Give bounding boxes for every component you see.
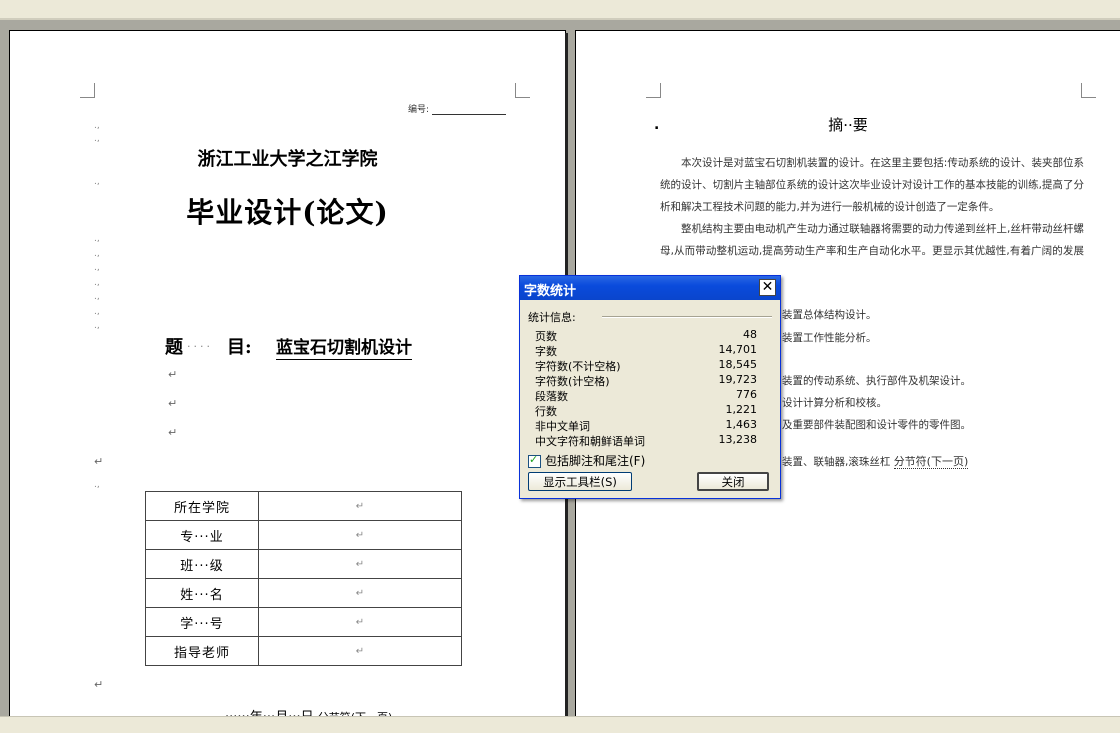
table-row: 班···级 ↵ <box>145 549 462 579</box>
space-marks: ···· <box>187 340 213 353</box>
table-key-cell: 专···业 <box>145 520 259 550</box>
footnotes-option[interactable]: 包括脚注和尾注(F) <box>528 452 645 469</box>
abstract-title: 摘··要 <box>828 116 868 134</box>
table-key-cell: 姓···名 <box>145 578 259 608</box>
word-count-dialog: 字数统计 ✕ 统计信息: 页数 48 字数 14,701 字符数(不计空格) 1… <box>519 275 781 499</box>
return-mark: ↵ <box>168 426 178 439</box>
abstract-line: 装置的传动系统、执行部件及机架设计。 <box>782 375 971 387</box>
stat-row: 行数 1,221 <box>535 403 757 418</box>
code-number-field[interactable] <box>431 105 506 115</box>
return-mark: ↵ <box>94 455 104 468</box>
table-key-cell: 学···号 <box>145 607 259 637</box>
table-key-cell: 所在学院 <box>145 491 259 521</box>
stat-value: 14,701 <box>718 343 758 356</box>
stat-value: 1,221 <box>725 403 758 416</box>
stat-value: 13,238 <box>718 433 758 446</box>
stat-row: 字数 14,701 <box>535 343 757 358</box>
stat-value: 18,545 <box>718 358 758 371</box>
table-value-cell[interactable]: ↵ <box>258 578 462 608</box>
stat-row: 中文字符和朝鲜语单词 13,238 <box>535 433 757 448</box>
stat-row: 非中文单词 1,463 <box>535 418 757 433</box>
stat-row: 字符数(计空格) 19,723 <box>535 373 757 388</box>
paragraph-mark: ., <box>94 121 100 131</box>
abstract-paragraph-2: 整机结构主要由电动机产生动力通过联轴器将需要的动力传递到丝杆上,丝杆带动丝杆螺母… <box>660 223 1084 257</box>
stat-label: 字数 <box>535 345 557 358</box>
school-name: 浙江工业大学之江学院 <box>197 149 378 170</box>
bottom-status-band <box>0 716 1120 733</box>
abstract-line: 装置工作性能分析。 <box>782 332 877 344</box>
topic-label-colon: 目: <box>227 337 252 358</box>
margin-corner-mark <box>646 83 661 98</box>
table-key-cell: 班···级 <box>145 549 259 579</box>
table-key-cell: 指导老师 <box>145 636 259 666</box>
stat-label: 页数 <box>535 330 557 343</box>
dialog-title: 字数统计 <box>524 284 577 299</box>
paragraph-mark: ., <box>94 234 100 244</box>
margin-corner-mark <box>515 83 530 98</box>
code-number-line: 编号: <box>408 102 506 115</box>
table-value-cell[interactable]: ↵ <box>258 636 462 666</box>
table-row: 指导老师 ↵ <box>145 636 462 666</box>
table-value-cell[interactable]: ↵ <box>258 491 462 521</box>
dialog-titlebar[interactable]: 字数统计 ✕ <box>520 276 780 300</box>
paragraph-mark: ., <box>94 480 100 490</box>
stat-value: 776 <box>736 388 757 401</box>
topic-label: 题 <box>165 337 183 358</box>
abstract-line: 及重要部件装配图和设计零件的零件图。 <box>782 419 971 431</box>
paragraph-mark: ., <box>94 249 100 259</box>
stat-row: 段落数 776 <box>535 388 757 403</box>
stat-label: 非中文单词 <box>535 420 590 433</box>
code-label: 编号: <box>408 105 430 115</box>
footnotes-checkbox-label: 包括脚注和尾注(F) <box>545 454 646 468</box>
section-break-label: 分节符(下一页) <box>893 455 969 469</box>
student-info-table: 所在学院 ↵ 专···业 ↵ 班···级 ↵ 姓···名 ↵ 学···号 ↵ 指… <box>145 491 462 666</box>
paragraph-mark: ., <box>94 307 100 317</box>
table-value-cell[interactable]: ↵ <box>258 549 462 579</box>
abstract-line: 装置总体结构设计。 <box>782 309 877 321</box>
keywords-text: 装置、联轴器,滚珠丝杠 <box>782 456 891 468</box>
margin-corner-mark <box>80 83 95 98</box>
thesis-title: 毕业设计(论文) <box>186 196 389 229</box>
paragraph-mark: ., <box>94 278 100 288</box>
paragraph-mark: ., <box>94 263 100 273</box>
stat-label: 中文字符和朝鲜语单词 <box>535 435 645 448</box>
stat-value: 19,723 <box>718 373 758 386</box>
return-mark: ↵ <box>168 397 178 410</box>
paragraph-mark: ., <box>94 321 100 331</box>
paragraph-mark: ., <box>94 134 100 144</box>
table-row: 姓···名 ↵ <box>145 578 462 608</box>
table-row: 所在学院 ↵ <box>145 491 462 521</box>
return-mark: ↵ <box>168 368 178 381</box>
topic-value[interactable]: 蓝宝石切割机设计 <box>276 333 412 360</box>
table-row: 学···号 ↵ <box>145 607 462 637</box>
show-toolbar-button[interactable]: 显示工具栏(S) <box>528 472 632 491</box>
return-mark: ↵ <box>94 678 104 691</box>
group-divider <box>602 316 772 318</box>
stat-row: 字符数(不计空格) 18,545 <box>535 358 757 373</box>
stat-label: 段落数 <box>535 390 568 403</box>
abstract-line: 设计计算分析和校核。 <box>782 397 887 409</box>
table-value-cell[interactable]: ↵ <box>258 607 462 637</box>
top-toolbar-band <box>0 0 1120 18</box>
paragraph-mark: ., <box>94 177 100 187</box>
stat-label: 行数 <box>535 405 557 418</box>
top-divider <box>0 18 1120 20</box>
margin-corner-mark <box>1081 83 1096 98</box>
close-icon[interactable]: ✕ <box>759 279 776 296</box>
paragraph-mark: ., <box>94 292 100 302</box>
stat-label: 字符数(不计空格) <box>535 360 621 373</box>
table-row: 专···业 ↵ <box>145 520 462 550</box>
stat-row: 页数 48 <box>535 328 757 343</box>
stat-value: 1,463 <box>725 418 758 431</box>
table-value-cell[interactable]: ↵ <box>258 520 462 550</box>
keywords-line: 装置、联轴器,滚珠丝杠 分节符(下一页) <box>782 453 969 469</box>
stats-group-label: 统计信息: <box>528 311 576 324</box>
stats-list: 页数 48 字数 14,701 字符数(不计空格) 18,545 字符数(计空格… <box>535 328 757 448</box>
footnotes-checkbox[interactable] <box>528 453 541 468</box>
close-button[interactable]: 关闭 <box>697 472 769 491</box>
stat-label: 字符数(计空格) <box>535 375 610 388</box>
abstract-paragraph-1: 本次设计是对蓝宝石切割机装置的设计。在这里主要包括:传动系统的设计、装夹部位系统… <box>660 157 1084 213</box>
left-document-page[interactable]: 编号: ., ., ., 浙江工业大学之江学院 毕业设计(论文) ., ., .… <box>9 30 566 722</box>
stat-value: 48 <box>743 328 757 341</box>
